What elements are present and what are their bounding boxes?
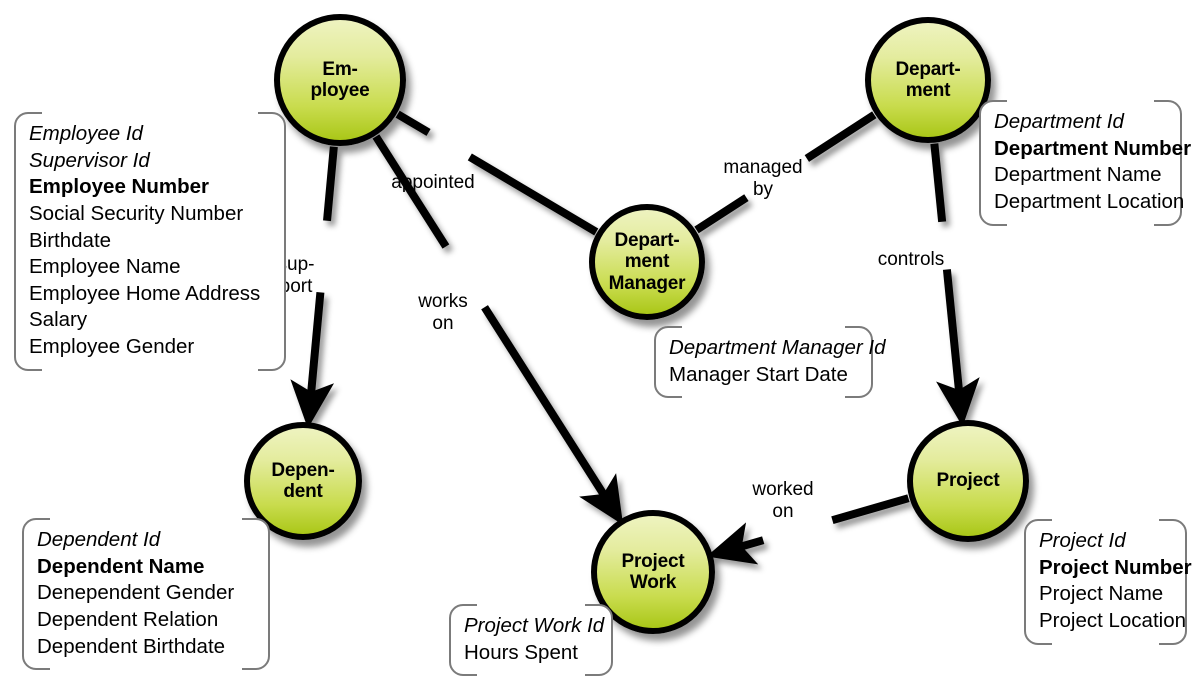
entity-label-department-manager: Depart- ment Manager xyxy=(608,230,686,294)
edge-managed_by xyxy=(694,194,749,234)
attribute-line: Employee Home Address xyxy=(29,281,261,305)
edge-support xyxy=(290,292,335,429)
attribute-line: Project Location xyxy=(1039,608,1187,632)
edge-appointed xyxy=(467,153,599,236)
entity-employee[interactable]: Em- ployee xyxy=(274,14,406,146)
attribute-line: Dependent Id xyxy=(37,528,161,551)
entity-label-dependent: Depen- dent xyxy=(271,459,335,502)
attribute-box-dependent: Dependent Id Dependent Name Denependent Ge… xyxy=(22,516,270,672)
attribute-box-employee: Employee Id Supervisor Id Employee Number S… xyxy=(14,111,286,372)
attribute-line: Manager Start Date xyxy=(669,362,848,386)
edge-label-worked-on: worked on xyxy=(752,479,814,523)
edge-controls xyxy=(936,269,980,427)
attribute-line: Denependent Gender xyxy=(37,581,235,605)
edge-label-appointed: appointed xyxy=(391,172,475,193)
edge-works_on xyxy=(481,305,624,526)
entity-department-manager[interactable]: Depart- ment Manager xyxy=(589,204,705,320)
attribute-line: Employee Id xyxy=(29,122,143,145)
attribute-line: Department Id xyxy=(994,110,1124,133)
attribute-line: Department Number xyxy=(994,136,1192,160)
attribute-line: Dependent Birthdate xyxy=(37,634,226,658)
attribute-line: Department Name xyxy=(994,163,1162,187)
attribute-line: Hours Spent xyxy=(464,640,578,664)
attribute-line: Social Security Number xyxy=(29,201,244,225)
entity-label-project: Project xyxy=(936,470,1000,492)
attribute-box-department-manager: Department Manager Id Manager Start Date xyxy=(654,324,886,400)
attribute-line: Salary xyxy=(29,308,88,332)
attribute-line: Dependent Name xyxy=(37,554,205,578)
attribute-line: Employee Gender xyxy=(29,335,195,359)
attribute-box-department: Department Id Department Number Department… xyxy=(979,99,1192,227)
edge-worked_on xyxy=(706,522,765,565)
edge-worked_on xyxy=(831,494,910,525)
edge-managed_by xyxy=(804,111,877,162)
attribute-line: Dependent Relation xyxy=(37,607,219,631)
attribute-line: Supervisor Id xyxy=(29,148,150,172)
edge-appointed xyxy=(395,110,431,136)
attribute-line: Employee Number xyxy=(29,175,209,199)
edge-controls xyxy=(930,143,947,223)
attribute-line: Project Name xyxy=(1039,582,1164,606)
attribute-box-project-work: Project Work Id Hours Spent xyxy=(449,602,613,678)
attribute-line: Employee Name xyxy=(29,255,181,279)
attribute-line: Department Location xyxy=(994,189,1185,213)
er-diagram: Em- ployee Depart- ment Depart- ment Man… xyxy=(0,0,1200,688)
edge-label-works-on: works on xyxy=(418,291,468,335)
attribute-box-project: Project Id Project Number Project Name Proj… xyxy=(1024,518,1192,646)
attribute-line: Project Number xyxy=(1039,555,1192,579)
entity-project[interactable]: Project xyxy=(907,420,1029,542)
edge-support xyxy=(323,146,338,222)
entity-label-department: Depart- ment xyxy=(895,58,961,101)
entity-label-employee: Em- ployee xyxy=(310,58,370,101)
attribute-line: Department Manager Id xyxy=(669,336,886,359)
entity-department[interactable]: Depart- ment xyxy=(865,17,991,143)
attribute-line: Project Id xyxy=(1039,529,1126,552)
attribute-line: Birthdate xyxy=(29,228,112,252)
attribute-line: Project Work Id xyxy=(464,614,605,637)
edge-label-managed-by: managed by xyxy=(723,157,803,201)
entity-label-project-work: Project Work xyxy=(621,550,685,593)
edge-label-controls: controls xyxy=(877,249,945,270)
